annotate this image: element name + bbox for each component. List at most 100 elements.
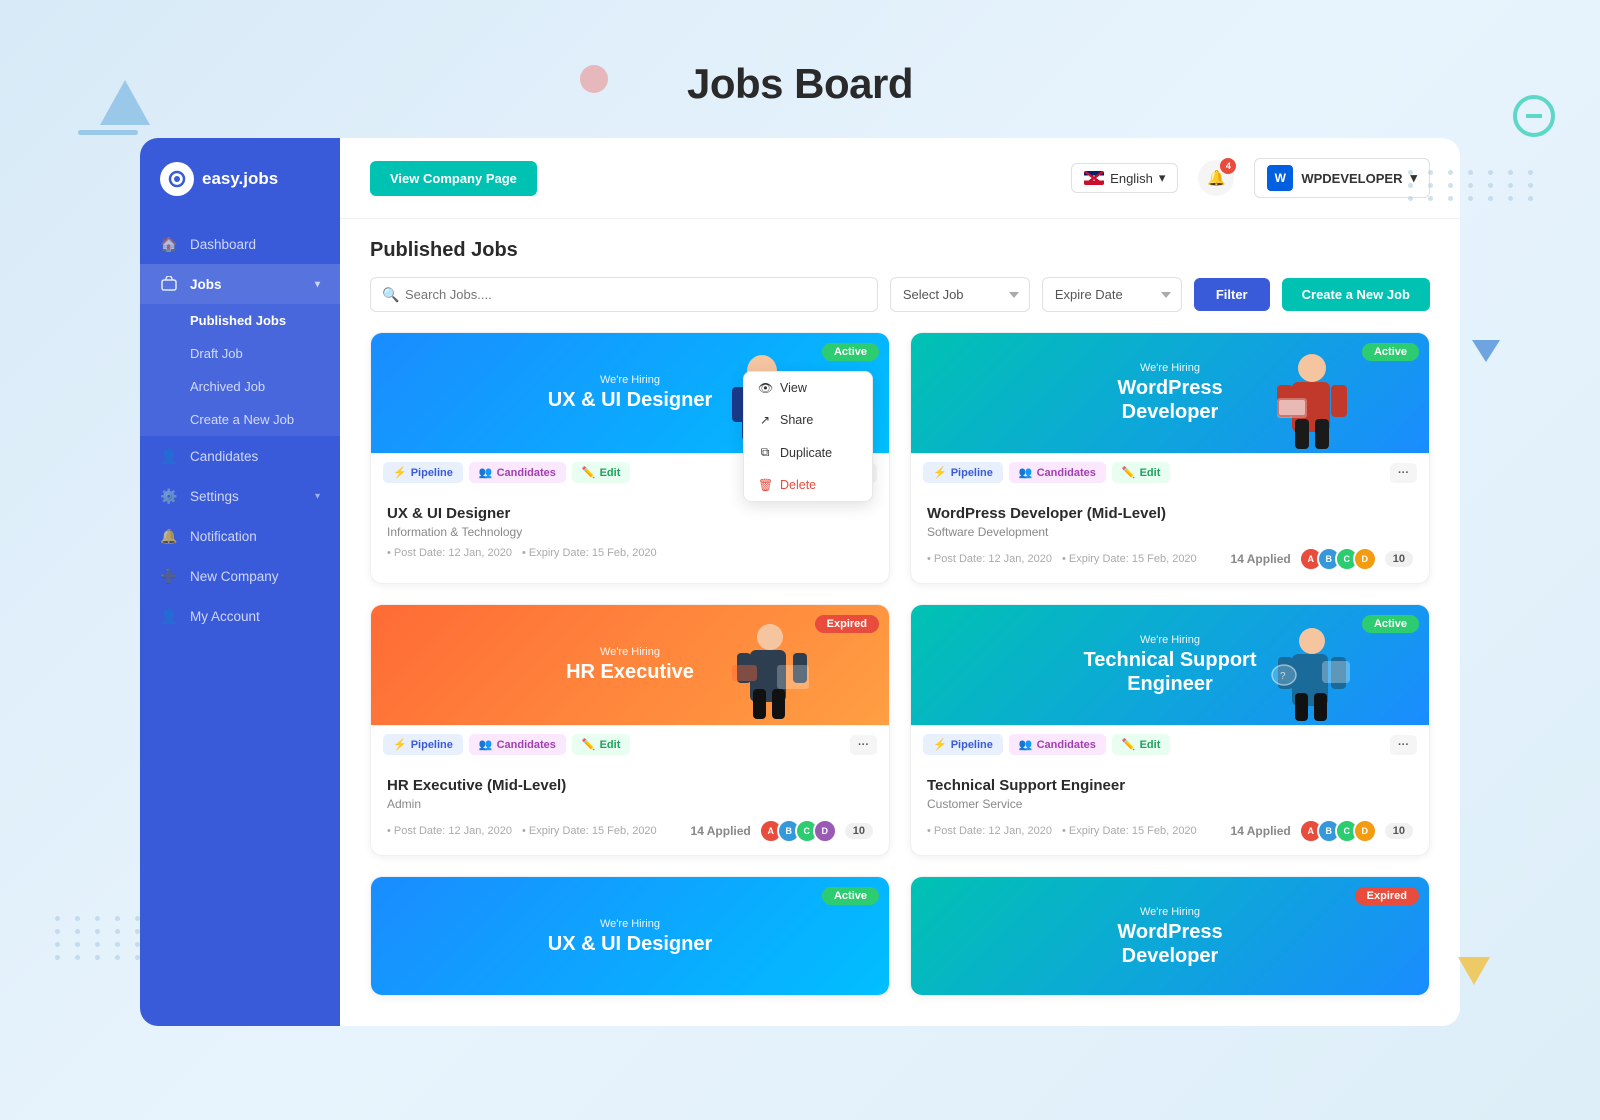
expiry-date-2: Expiry Date: 15 Feb, 2020	[1062, 553, 1197, 565]
language-selector[interactable]: English ▾	[1071, 163, 1178, 193]
view-company-btn[interactable]: View Company Page	[370, 161, 537, 196]
more-btn-3[interactable]: ···	[850, 735, 877, 755]
pipeline-icon-3: ⚡	[393, 738, 407, 751]
pipeline-btn-4[interactable]: ⚡ Pipeline	[923, 734, 1003, 755]
sidebar-item-settings[interactable]: ⚙️ Settings ▾	[140, 476, 340, 516]
select-job-filter[interactable]: Select Job	[890, 277, 1030, 312]
sidebar-item-candidates[interactable]: 👤 Candidates	[140, 436, 340, 476]
pipeline-btn-2[interactable]: ⚡ Pipeline	[923, 462, 1003, 483]
sidebar: easy.jobs 🏠 Dashboard Jobs ▾	[140, 138, 340, 1026]
sidebar-item-new-company[interactable]: ➕ New Company	[140, 556, 340, 596]
sidebar-item-label: Candidates	[190, 449, 258, 464]
context-share[interactable]: ↗ Share	[744, 404, 872, 436]
job-dates-3: Post Date: 12 Jan, 2020 Expiry Date: 15 …	[387, 825, 657, 837]
sidebar-item-label: My Account	[190, 609, 260, 624]
banner-text-3: We're Hiring HR Executive	[566, 646, 694, 684]
sub-nav-item-draft[interactable]: Draft Job	[140, 337, 340, 370]
candidates-action-icon-4: 👥	[1019, 738, 1033, 751]
banner-job-title-3: HR Executive	[566, 660, 694, 684]
edit-btn-3[interactable]: ✏️ Edit	[572, 734, 630, 755]
new-company-icon: ➕	[160, 567, 178, 585]
sidebar-item-notification[interactable]: 🔔 Notification	[140, 516, 340, 556]
main-layout: easy.jobs 🏠 Dashboard Jobs ▾	[140, 138, 1460, 1026]
pipeline-btn-1[interactable]: ⚡ Pipeline	[383, 462, 463, 483]
company-logo-icon: W	[1267, 165, 1293, 191]
banner-hiring-4: We're Hiring	[1084, 634, 1257, 646]
context-duplicate[interactable]: ⧉ Duplicate	[744, 436, 872, 469]
job-card-5: We're Hiring UX & UI Designer Active	[370, 876, 890, 996]
applied-text-2: 14 Applied	[1231, 552, 1291, 566]
status-badge-4: Active	[1362, 615, 1419, 633]
job-meta-4: Post Date: 12 Jan, 2020 Expiry Date: 15 …	[927, 819, 1413, 843]
bg-circle-teal	[1513, 95, 1555, 137]
bg-triangle-yellow	[1458, 957, 1490, 985]
sidebar-item-jobs[interactable]: Jobs ▾	[140, 264, 340, 304]
filter-btn[interactable]: Filter	[1194, 278, 1270, 311]
edit-btn-1[interactable]: ✏️ Edit	[572, 462, 630, 483]
bg-circle-pink	[580, 65, 608, 93]
settings-chevron: ▾	[315, 491, 320, 502]
avatars-4: A B C D	[1299, 819, 1377, 843]
avatars-3: A B C D	[759, 819, 837, 843]
flag-icon	[1084, 171, 1104, 185]
candidates-btn-3[interactable]: 👥 Candidates	[469, 734, 566, 755]
duplicate-icon: ⧉	[758, 445, 772, 460]
create-new-job-btn[interactable]: Create a New Job	[1282, 278, 1430, 311]
pipeline-icon-4: ⚡	[933, 738, 947, 751]
sub-nav-item-create[interactable]: Create a New Job	[140, 403, 340, 436]
expiry-date-1: Expiry Date: 15 Feb, 2020	[522, 547, 657, 559]
sidebar-nav: 🏠 Dashboard Jobs ▾ Published Jobs Draft …	[140, 216, 340, 644]
applied-count-2: 10	[1385, 551, 1413, 567]
pipeline-btn-3[interactable]: ⚡ Pipeline	[383, 734, 463, 755]
main-content: View Company Page English ▾ 🔔 4 W WPDEVE…	[340, 138, 1460, 1026]
bg-dots	[1408, 170, 1540, 201]
notification-button[interactable]: 🔔 4	[1198, 160, 1234, 196]
jobs-chevron: ▾	[315, 279, 320, 290]
job-applied-2: 14 Applied A B C D 10	[1231, 547, 1413, 571]
job-card-body-1: UX & UI Designer Information & Technolog…	[371, 491, 889, 571]
sidebar-item-label: Jobs	[190, 277, 222, 292]
banner-hiring-5: We're Hiring	[548, 918, 712, 930]
job-category-1: Information & Technology	[387, 525, 873, 539]
notification-icon: 🔔	[160, 527, 178, 545]
job-card-3: We're Hiring HR Executive	[370, 604, 890, 856]
expire-date-filter[interactable]: Expire Date	[1042, 277, 1182, 312]
search-input[interactable]	[370, 277, 878, 312]
edit-btn-2[interactable]: ✏️ Edit	[1112, 462, 1170, 483]
candidates-btn-4[interactable]: 👥 Candidates	[1009, 734, 1106, 755]
sub-nav-item-archived[interactable]: Archived Job	[140, 370, 340, 403]
sidebar-logo: easy.jobs	[140, 138, 340, 216]
post-date-1: Post Date: 12 Jan, 2020	[387, 547, 512, 559]
edit-icon: ✏️	[582, 466, 596, 479]
more-btn-2[interactable]: ···	[1390, 463, 1417, 483]
sub-nav-item-published[interactable]: Published Jobs	[140, 304, 340, 337]
pipeline-icon: ⚡	[393, 466, 407, 479]
job-title-4: Technical Support Engineer	[927, 777, 1413, 794]
expiry-date-3: Expiry Date: 15 Feb, 2020	[522, 825, 657, 837]
context-delete[interactable]: 🗑 Delete	[744, 469, 872, 501]
job-card-body-2: WordPress Developer (Mid-Level) Software…	[911, 491, 1429, 583]
job-card-4: We're Hiring Technical SupportEngineer	[910, 604, 1430, 856]
candidates-btn-2[interactable]: 👥 Candidates	[1009, 462, 1106, 483]
sidebar-item-dashboard[interactable]: 🏠 Dashboard	[140, 224, 340, 264]
candidates-icon: 👤	[160, 447, 178, 465]
job-dates-2: Post Date: 12 Jan, 2020 Expiry Date: 15 …	[927, 553, 1197, 565]
edit-btn-4[interactable]: ✏️ Edit	[1112, 734, 1170, 755]
applied-count-3: 10	[845, 823, 873, 839]
candidates-btn-1[interactable]: 👥 Candidates	[469, 462, 566, 483]
applied-text-4: 14 Applied	[1231, 824, 1291, 838]
avatar: D	[1353, 819, 1377, 843]
company-name: WPDEVELOPER	[1301, 171, 1402, 186]
expiry-date-4: Expiry Date: 15 Feb, 2020	[1062, 825, 1197, 837]
status-badge-6: Expired	[1355, 887, 1419, 905]
context-view[interactable]: 👁 View	[744, 372, 872, 404]
company-selector[interactable]: W WPDEVELOPER ▾	[1254, 158, 1430, 198]
dashboard-icon: 🏠	[160, 235, 178, 253]
job-card-body-4: Technical Support Engineer Customer Serv…	[911, 763, 1429, 855]
section-title: Published Jobs	[340, 219, 1460, 277]
more-btn-4[interactable]: ···	[1390, 735, 1417, 755]
sidebar-item-my-account[interactable]: 👤 My Account	[140, 596, 340, 636]
edit-icon-2: ✏️	[1122, 466, 1136, 479]
logo-text: easy.jobs	[202, 169, 278, 189]
banner-job-title-2: WordPressDeveloper	[1117, 376, 1222, 424]
